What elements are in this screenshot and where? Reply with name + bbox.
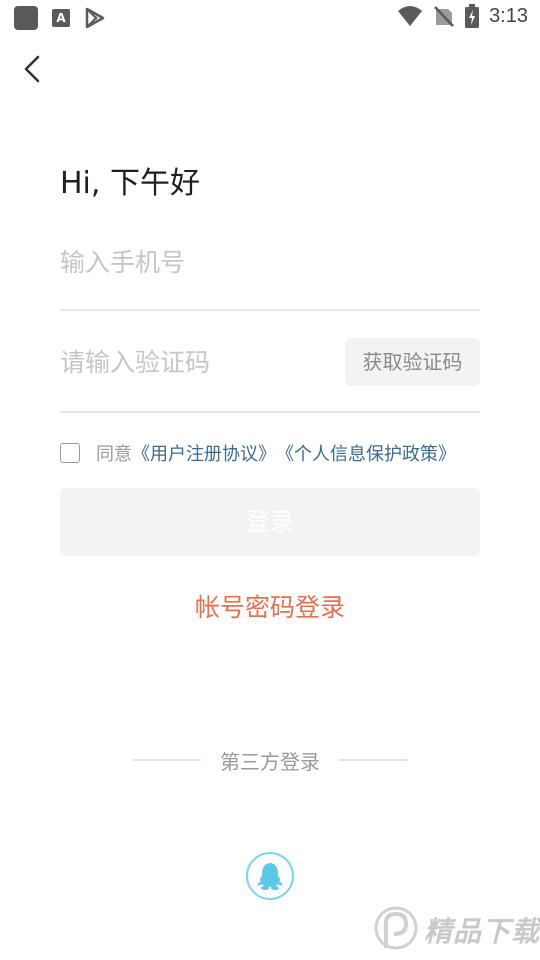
chevron-left-icon [24, 55, 40, 83]
no-signal-icon [434, 6, 454, 27]
password-login-link[interactable]: 帐号密码登录 [0, 588, 540, 624]
app-notification-icon [14, 6, 38, 30]
third-party-divider: 第三方登录 [0, 746, 540, 776]
watermark-text: 精品下载 [424, 915, 540, 948]
status-time: 3:13 [489, 4, 528, 27]
font-notification-icon: A [52, 9, 70, 27]
back-button[interactable] [16, 52, 50, 86]
battery-charging-icon [465, 4, 480, 28]
status-bar-notifications: A [14, 6, 106, 30]
privacy-policy-link[interactable]: 《个人信息保护政策》 [276, 440, 456, 466]
divider-line-right [339, 759, 407, 761]
verification-code-input[interactable] [60, 344, 340, 380]
agreement-prefix: 同意 [96, 444, 132, 465]
qq-login-button[interactable] [246, 852, 294, 900]
wifi-icon [398, 6, 423, 26]
login-button[interactable]: 登录 [60, 488, 480, 556]
qq-penguin-icon [257, 863, 283, 890]
watermark: 精品下载 [372, 902, 540, 960]
greeting-title: Hi, 下午好 [60, 166, 200, 201]
user-agreement-link[interactable]: 《用户注册协议》 [132, 440, 276, 466]
watermark-logo-icon [374, 906, 418, 950]
phone-input[interactable] [60, 244, 340, 280]
agreement-row: 同意 《用户注册协议》 《个人信息保护政策》 [60, 440, 456, 466]
get-code-button[interactable]: 获取验证码 [345, 338, 480, 386]
verification-code-field: 获取验证码 [60, 336, 480, 413]
play-store-icon [85, 7, 105, 29]
status-bar-system: 3:13 [397, 4, 528, 28]
phone-field [60, 236, 480, 311]
third-party-label: 第三方登录 [220, 750, 320, 774]
agreement-checkbox[interactable] [60, 443, 80, 463]
status-bar: A 3:13 [0, 0, 540, 36]
